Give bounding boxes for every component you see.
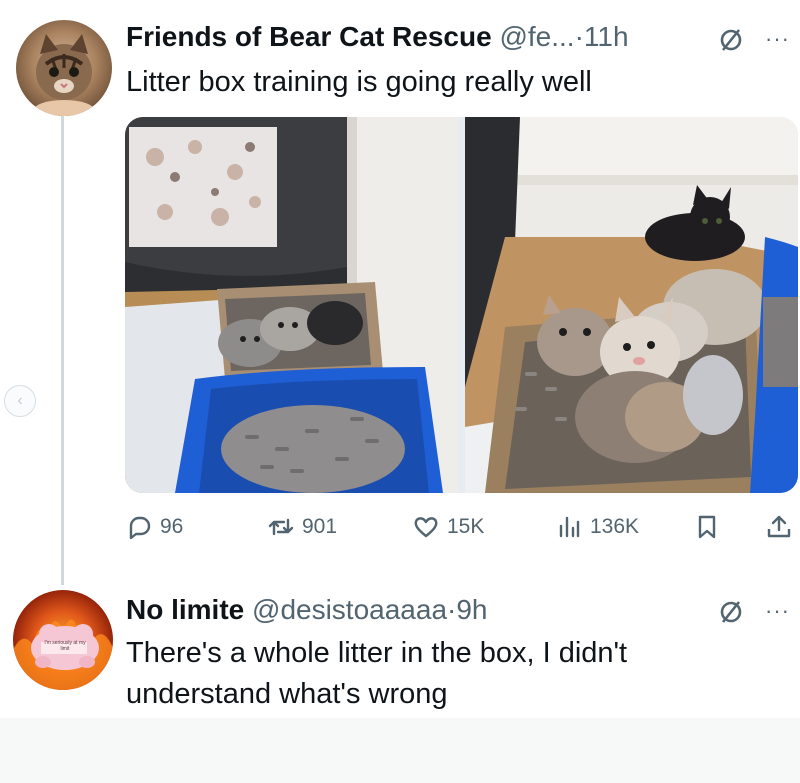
- kittens-in-box-photo: [465, 117, 798, 493]
- avatar[interactable]: I'm seriously at my limit: [13, 590, 113, 690]
- avatar[interactable]: [16, 20, 112, 116]
- tweet-header: Friends of Bear Cat Rescue @fe...·11h: [126, 20, 629, 54]
- views-button[interactable]: 136K: [556, 507, 639, 547]
- display-name[interactable]: Friends of Bear Cat Rescue: [126, 21, 492, 52]
- reply-count: 96: [160, 515, 184, 538]
- view-count: 136K: [590, 515, 640, 538]
- media-grid[interactable]: [125, 117, 798, 493]
- like-count: 15K: [447, 515, 485, 538]
- tweet-actions: 96 901 15K 136K: [126, 507, 800, 547]
- bookmark-button[interactable]: [694, 507, 720, 547]
- bar-chart-icon: [559, 516, 580, 538]
- kittens-in-litter-box-photo: [125, 117, 458, 493]
- share-upload-icon: [767, 515, 791, 538]
- kitten-avatar-image: [34, 34, 94, 116]
- speech-bubble-icon: [129, 516, 151, 540]
- share-button[interactable]: [766, 507, 792, 547]
- reply-button[interactable]: 96: [126, 507, 183, 547]
- display-name[interactable]: No limite: [126, 594, 244, 625]
- separator-dot: ·: [447, 594, 457, 625]
- photo-right[interactable]: [465, 117, 798, 493]
- chevron-left-icon: ‹: [17, 392, 23, 409]
- grok-icon[interactable]: [718, 598, 744, 624]
- scroll-left-button[interactable]: ‹: [4, 385, 36, 417]
- tweet-header: No limite @desistoaaaaa·9h: [126, 593, 488, 627]
- user-handle[interactable]: @desistoaaaaa: [252, 594, 447, 625]
- repost-count: 901: [302, 515, 338, 538]
- separator-dot: ·: [574, 21, 584, 52]
- more-dots-icon[interactable]: ···: [765, 26, 790, 52]
- more-dots-icon[interactable]: ···: [765, 598, 790, 624]
- bookmark-icon: [698, 515, 716, 539]
- repost-button[interactable]: 901: [268, 507, 337, 547]
- timestamp[interactable]: 11h: [584, 21, 629, 52]
- next-item-background: [0, 718, 800, 783]
- like-button[interactable]: 15K: [413, 507, 484, 547]
- avatar-caption: I'm seriously at my limit: [44, 640, 86, 652]
- thread-line: [61, 115, 64, 585]
- user-handle[interactable]: @fe...: [499, 21, 574, 52]
- photo-left[interactable]: [125, 117, 458, 493]
- grok-icon[interactable]: [718, 26, 744, 52]
- tweet-text-line-2: understand what's wrong: [126, 678, 448, 710]
- tweet-text: Litter box training is going really well: [126, 66, 592, 98]
- tweet-text-line-1: There's a whole litter in the box, I did…: [126, 637, 628, 669]
- repost-arrows-icon: [268, 518, 294, 536]
- heart-icon: [414, 517, 438, 538]
- timestamp[interactable]: 9h: [456, 594, 487, 625]
